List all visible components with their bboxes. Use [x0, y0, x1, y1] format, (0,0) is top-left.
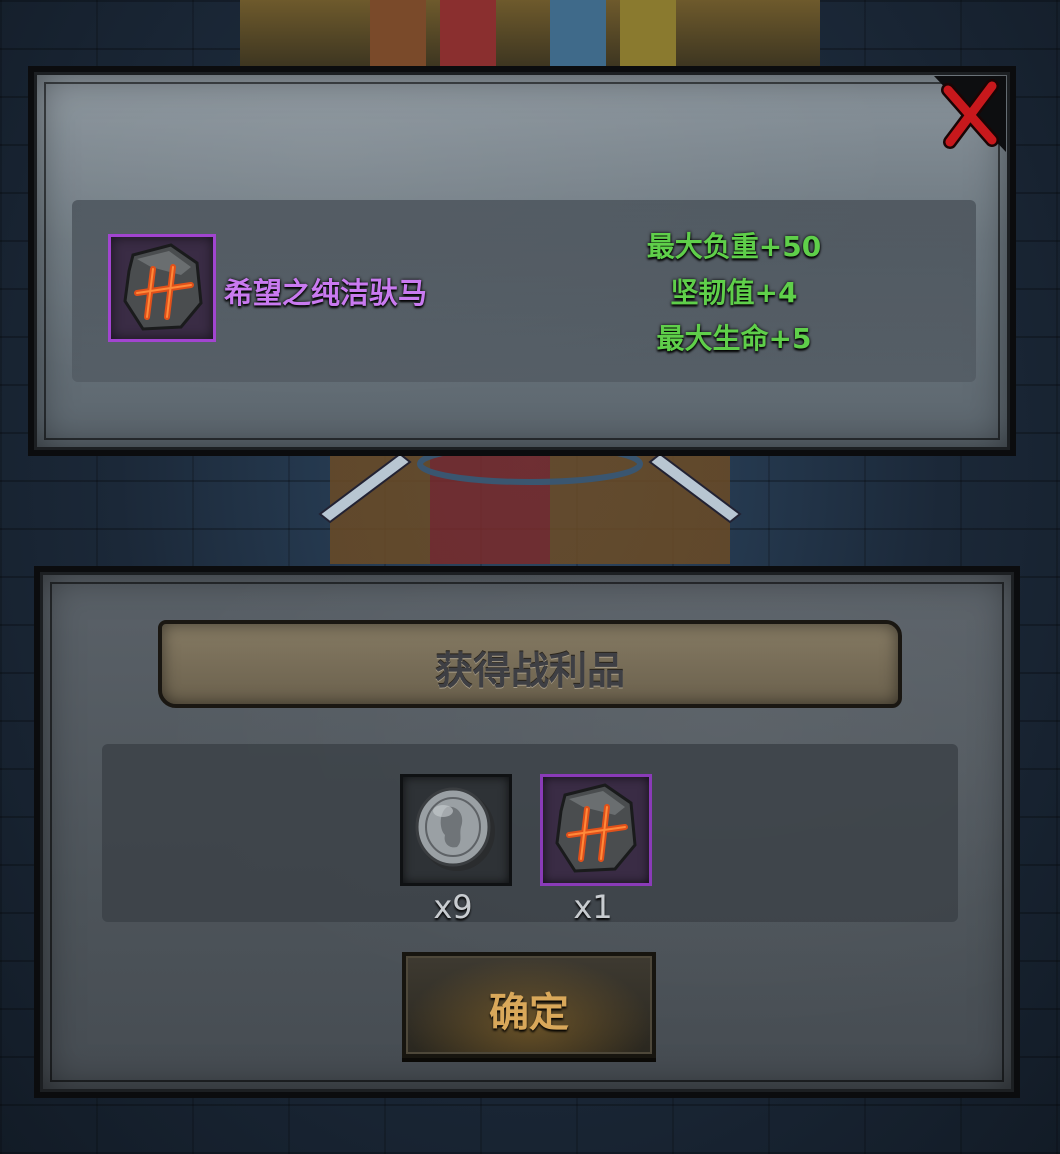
loot-strip: [102, 744, 958, 922]
confirm-button[interactable]: 确定: [402, 952, 656, 1058]
loot-title-banner: 获得战利品: [158, 620, 902, 708]
background-banner: [240, 0, 820, 73]
rune-stone-icon: [123, 243, 203, 331]
loot-count-rune: x1: [573, 888, 613, 926]
stat-max-health: 最大生命+5: [656, 322, 812, 355]
loot-count-coin: x9: [433, 888, 473, 926]
loot-panel: 获得战利品 x9 x1 确定: [34, 566, 1020, 1098]
confirm-label: 确定: [489, 990, 569, 1036]
loot-slot-coin[interactable]: [400, 774, 512, 886]
loot-slot-rune[interactable]: [540, 774, 652, 886]
item-name: 希望之纯洁驮马: [224, 276, 428, 310]
close-button[interactable]: [934, 76, 1006, 152]
item-icon-frame[interactable]: [108, 234, 216, 342]
silver-coin-icon: [415, 787, 495, 871]
close-icon: [934, 76, 1006, 152]
item-stats: 最大负重+50 坚韧值+4 最大生命+5: [594, 224, 874, 362]
rune-stone-icon: [555, 783, 637, 873]
stat-max-load: 最大负重+50: [646, 230, 822, 263]
loot-title: 获得战利品: [434, 649, 625, 693]
stat-toughness: 坚韧值+4: [670, 276, 798, 309]
crossed-swords-decoration: [318, 444, 742, 524]
item-detail-panel: 希望之纯洁驮马 最大负重+50 坚韧值+4 最大生命+5: [28, 66, 1016, 456]
